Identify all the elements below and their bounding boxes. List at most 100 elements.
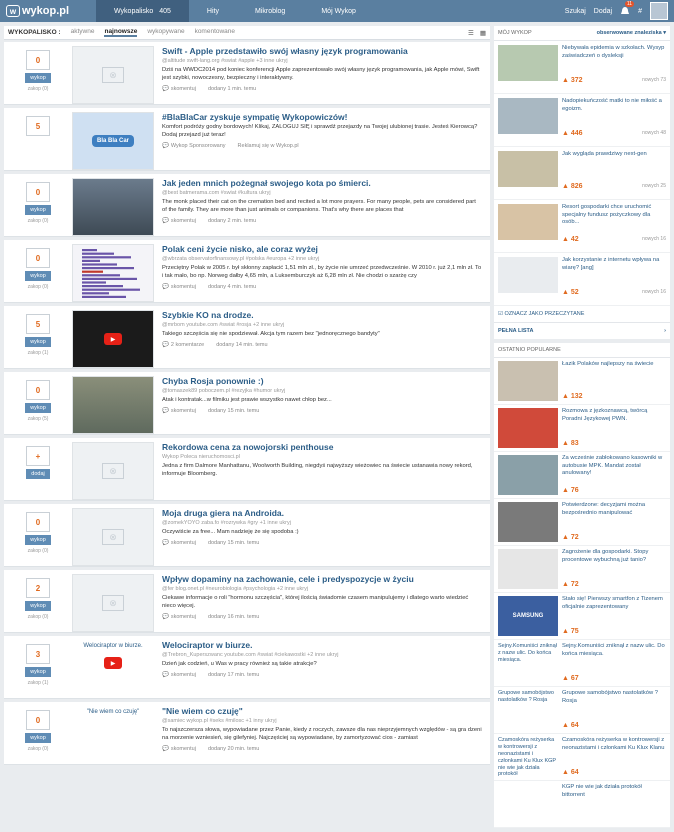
- wykop-button[interactable]: dodaj: [26, 469, 50, 479]
- popular-item-title[interactable]: Potwierdzone: decyzjami można bezpośredn…: [562, 502, 666, 532]
- wykop-button[interactable]: wykop: [25, 205, 51, 215]
- entry-thumbnail[interactable]: ⊗: [72, 508, 154, 566]
- vote-count[interactable]: 0: [26, 710, 50, 730]
- entry-title[interactable]: Chyba Rosja ponownie :): [162, 376, 482, 386]
- vote-count[interactable]: 2: [26, 578, 50, 598]
- comments-link[interactable]: 💬 skomentuj: [162, 284, 196, 290]
- popular-item[interactable]: Grupowe samobójstwo nastolatków ? Rosja G…: [494, 687, 670, 734]
- popular-item[interactable]: Łazik Polaków najlepszy na świecie ▲ 132: [494, 358, 670, 405]
- entry-thumbnail[interactable]: [72, 244, 154, 302]
- avatar[interactable]: [650, 2, 668, 20]
- bury-link[interactable]: zakop (0): [28, 614, 49, 620]
- wykop-button[interactable]: wykop: [25, 337, 51, 347]
- full-list-link[interactable]: PEŁNA LISTA ›: [494, 323, 670, 339]
- popular-item-title[interactable]: Zagrożenie dla gospodarki. Stopy procent…: [562, 549, 666, 579]
- sidebar-item-title[interactable]: Jak wygląda prawdziwy next-gen: [562, 151, 666, 181]
- comments-link[interactable]: 💬 skomentuj: [162, 614, 196, 620]
- entry-thumbnail[interactable]: "Nie wiem co czuję": [72, 706, 154, 764]
- bury-link[interactable]: zakop (0): [28, 218, 49, 224]
- comments-link[interactable]: 💬 Wykop Sponsorowany: [162, 143, 226, 149]
- vote-count[interactable]: 0: [26, 182, 50, 202]
- bury-link[interactable]: zakop (0): [28, 86, 49, 92]
- entry-thumbnail[interactable]: [72, 376, 154, 434]
- popular-item-title[interactable]: Grupowe samobójstwo nastolatków ? Rosja: [562, 690, 666, 720]
- vote-count[interactable]: 0: [26, 380, 50, 400]
- tab-komentowane[interactable]: komentowane: [195, 28, 235, 37]
- popular-item[interactable]: Czamoskóra reżyserka w kontrowersji z ne…: [494, 734, 670, 781]
- nav-item-hity[interactable]: Hity: [189, 0, 237, 22]
- entry-thumbnail[interactable]: ⊗: [72, 442, 154, 500]
- popular-item[interactable]: Za wcześnie zabłokowano kasowniki w auto…: [494, 452, 670, 499]
- bury-link[interactable]: zakop (5): [28, 416, 49, 422]
- entry-thumbnail[interactable]: ⊗: [72, 574, 154, 632]
- bury-link[interactable]: zakop (1): [28, 680, 49, 686]
- entry-thumbnail[interactable]: Welociraptor w biurze. ▶: [72, 640, 154, 698]
- bury-link[interactable]: zakop (0): [28, 746, 49, 752]
- sidebar-item[interactable]: Jak wygląda prawdziwy next-gen ▲ 826 nowyc…: [494, 147, 670, 200]
- vote-count[interactable]: +: [26, 446, 50, 466]
- entry-title[interactable]: Moja druga giera na Androida.: [162, 508, 482, 518]
- vote-count[interactable]: 3: [26, 644, 50, 664]
- wykop-button[interactable]: wykop: [25, 733, 51, 743]
- wykop-button[interactable]: wykop: [25, 667, 51, 677]
- notification-icon[interactable]: 11: [620, 1, 635, 16]
- sidebar-item-title[interactable]: Jak korzystanie z internetu wpływa na wi…: [562, 257, 666, 287]
- entry-title[interactable]: Welociraptor w biurze.: [162, 640, 482, 650]
- comments-link[interactable]: 💬 skomentuj: [162, 746, 196, 752]
- entry-title[interactable]: "Nie wiem co czuję": [162, 706, 482, 716]
- sidebar-item-title[interactable]: Resort gospodarki chce uruchomić specjal…: [562, 204, 666, 234]
- sidebar-item[interactable]: Nadopiekuńczość matki to nie miłość a eg…: [494, 94, 670, 147]
- list-view-icon[interactable]: ☰: [468, 29, 474, 37]
- filter-select[interactable]: obserwowane znaleziska ▾: [597, 30, 666, 36]
- popular-item[interactable]: Potwierdzone: decyzjami można bezpośredn…: [494, 499, 670, 546]
- bury-link[interactable]: zakop (1): [28, 350, 49, 356]
- wykop-button[interactable]: wykop: [25, 403, 51, 413]
- add-link[interactable]: Dodaj: [594, 8, 612, 15]
- nav-item-mój-wykop[interactable]: Mój Wykop: [303, 0, 374, 22]
- popular-item[interactable]: SAMSUNG Stało się! Pierwszy smartfon z Ti…: [494, 593, 670, 640]
- popular-item-title[interactable]: KGP nie wie jak działa protokół bittorre…: [562, 784, 666, 814]
- sidebar-item-title[interactable]: Nadopiekuńczość matki to nie miłość a eg…: [562, 98, 666, 128]
- popular-item[interactable]: Sejny.Komuniści zniknął z nazw ulic. Do …: [494, 640, 670, 687]
- entry-thumbnail[interactable]: ⊗: [72, 46, 154, 104]
- comments-link[interactable]: 💬 skomentuj: [162, 218, 196, 224]
- search-link[interactable]: Szukaj: [565, 8, 586, 15]
- sidebar-item[interactable]: Niebywała epidemia w szkołach. Wysyp zaś…: [494, 41, 670, 94]
- sidebar-item-title[interactable]: Niebywała epidemia w szkołach. Wysyp zaś…: [562, 45, 666, 75]
- entry-title[interactable]: Jak jeden mnich pożegnał swojego kota po…: [162, 178, 482, 188]
- tab-aktywne[interactable]: aktywne: [71, 28, 95, 37]
- vote-count[interactable]: 5: [26, 314, 50, 334]
- entry-thumbnail[interactable]: [72, 178, 154, 236]
- bury-link[interactable]: zakop (0): [28, 548, 49, 554]
- vote-count[interactable]: 5: [26, 116, 50, 136]
- sidebar-item[interactable]: Jak korzystanie z internetu wpływa na wi…: [494, 253, 670, 306]
- bury-link[interactable]: zakop (0): [28, 284, 49, 290]
- vote-count[interactable]: 0: [26, 50, 50, 70]
- entry-title[interactable]: Wpływ dopaminy na zachowanie, cele i pre…: [162, 574, 482, 584]
- popular-item[interactable]: Rozmowa z jęzkoznawcą, twórcą Poradni Ję…: [494, 405, 670, 452]
- vote-count[interactable]: 0: [26, 248, 50, 268]
- entry-title[interactable]: #BlaBlaCar zyskuje sympatię Wykopowiczów…: [162, 112, 482, 122]
- entry-thumbnail[interactable]: Bla Bla Car: [72, 112, 154, 170]
- popular-item[interactable]: KGP nie wie jak działa protokół bittorre…: [494, 781, 670, 828]
- popular-item-title[interactable]: Stało się! Pierwszy smartfon z Tizenem o…: [562, 596, 666, 626]
- vote-count[interactable]: 0: [26, 512, 50, 532]
- wykop-button[interactable]: wykop: [25, 73, 51, 83]
- hashtag-icon[interactable]: #: [638, 8, 642, 15]
- comments-link[interactable]: 💬 skomentuj: [162, 540, 196, 546]
- nav-item-mikroblog[interactable]: Mikroblog: [237, 0, 303, 22]
- comments-link[interactable]: 💬 skomentuj: [162, 672, 196, 678]
- popular-item[interactable]: Zagrożenie dla gospodarki. Stopy procent…: [494, 546, 670, 593]
- wykop-button[interactable]: wykop: [25, 535, 51, 545]
- popular-item-title[interactable]: Sejny.Komuniści zniknął z nazw ulic. Do …: [562, 643, 666, 673]
- comments-link[interactable]: 💬 skomentuj: [162, 86, 196, 92]
- comments-link[interactable]: 💬 skomentuj: [162, 408, 196, 414]
- entry-title[interactable]: Szybkie KO na drodze.: [162, 310, 482, 320]
- wykop-button[interactable]: wykop: [25, 601, 51, 611]
- popular-item-title[interactable]: Łazik Polaków najlepszy na świecie: [562, 361, 666, 391]
- mark-read-link[interactable]: ☑ OZNACZ JAKO PRZECZYTANE: [494, 306, 670, 323]
- popular-item-title[interactable]: Za wcześnie zabłokowano kasowniki w auto…: [562, 455, 666, 485]
- comments-link[interactable]: 💬 2 komentarze: [162, 342, 204, 348]
- tab-wykopywane[interactable]: wykopywane: [147, 28, 184, 37]
- wykop-button[interactable]: wykop: [25, 271, 51, 281]
